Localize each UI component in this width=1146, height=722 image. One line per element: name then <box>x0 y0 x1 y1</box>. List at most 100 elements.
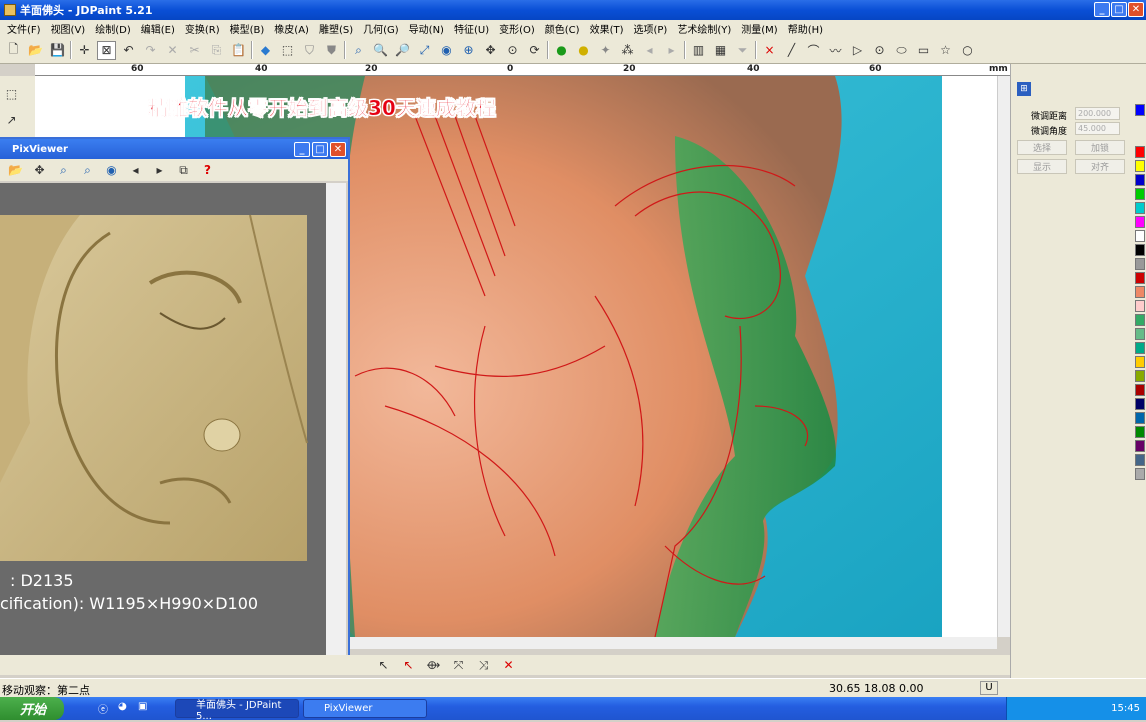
star-icon[interactable]: ☆ <box>936 41 955 60</box>
node-select-icon[interactable]: ↖ <box>374 656 393 675</box>
zoom-in-icon[interactable]: 🔍 <box>371 41 390 60</box>
node-move-icon[interactable]: ⤨ <box>474 656 493 675</box>
start-button[interactable]: 开始 <box>0 697 64 720</box>
open-folder-icon[interactable]: 📂 <box>6 161 25 180</box>
pixviewer-scrollbar[interactable] <box>326 183 346 660</box>
menu-feature[interactable]: 特征(U) <box>449 21 494 36</box>
color-swatch[interactable] <box>1135 104 1145 116</box>
delete-icon[interactable]: ✕ <box>163 41 182 60</box>
minimize-button[interactable]: _ <box>1094 2 1110 17</box>
menu-art-draw[interactable]: 艺术绘制(Y) <box>672 21 736 36</box>
menu-sculpt[interactable]: 雕塑(S) <box>314 21 358 36</box>
color-swatch[interactable] <box>1135 188 1145 200</box>
paste-icon[interactable]: 📋 <box>229 41 248 60</box>
cut-icon[interactable]: ✂ <box>185 41 204 60</box>
color-swatch[interactable] <box>1135 300 1145 312</box>
canvas-vertical-scrollbar[interactable] <box>997 76 1010 637</box>
cube-view-icon[interactable]: ◆ <box>256 41 275 60</box>
color-swatch[interactable] <box>1135 314 1145 326</box>
save-icon[interactable]: 💾 <box>48 41 67 60</box>
color-swatch[interactable] <box>1135 328 1145 340</box>
next-icon[interactable]: ▸ <box>150 161 169 180</box>
zoom-window-icon[interactable]: ⌕ <box>349 41 368 60</box>
color-swatch[interactable] <box>1135 370 1145 382</box>
undo-icon[interactable]: ↶ <box>119 41 138 60</box>
fine-angle-field[interactable]: 45.000 <box>1075 122 1120 135</box>
maximize-button[interactable]: □ <box>1111 2 1127 17</box>
menu-model[interactable]: 模型(B) <box>225 21 270 36</box>
pixviewer-minimize-button[interactable]: _ <box>294 142 310 157</box>
menu-options[interactable]: 选项(P) <box>629 21 673 36</box>
node-pick-icon[interactable]: ↗ <box>2 110 21 129</box>
filter-icon[interactable]: ⏷ <box>733 41 752 60</box>
crosshair-icon[interactable]: ✛ <box>75 41 94 60</box>
line-icon[interactable]: ╱ <box>782 41 801 60</box>
rotate-icon[interactable]: ⟳ <box>525 41 544 60</box>
pan-icon[interactable]: ✥ <box>30 161 49 180</box>
select-region-icon[interactable]: ⬚ <box>2 84 21 103</box>
canvas-horizontal-scrollbar[interactable] <box>350 637 997 649</box>
color-swatch[interactable] <box>1135 202 1145 214</box>
arrow-back-icon[interactable]: ◂ <box>640 41 659 60</box>
point-icon[interactable]: × <box>760 41 779 60</box>
box-view-icon[interactable]: ⬚ <box>278 41 297 60</box>
color-swatch[interactable] <box>1135 398 1145 410</box>
shield-solid-icon[interactable]: ⛊ <box>322 41 341 60</box>
menu-transform[interactable]: 变换(R) <box>180 21 225 36</box>
menu-file[interactable]: 文件(F) <box>2 21 46 36</box>
color-swatch[interactable] <box>1135 174 1145 186</box>
polygon-icon[interactable]: ▷ <box>848 41 867 60</box>
arrow-forward-icon[interactable]: ▸ <box>662 41 681 60</box>
zoom-all-icon[interactable]: ⊕ <box>459 41 478 60</box>
color-swatch[interactable] <box>1135 230 1145 242</box>
color-swatch[interactable] <box>1135 146 1145 158</box>
menu-guide[interactable]: 导动(N) <box>404 21 449 36</box>
color-swatch[interactable] <box>1135 244 1145 256</box>
pixviewer-close-button[interactable]: ✕ <box>330 142 346 157</box>
menu-eraser[interactable]: 橡皮(A) <box>269 21 314 36</box>
node-add-icon[interactable]: ⤧ <box>449 656 468 675</box>
menu-measure[interactable]: 测量(M) <box>736 21 782 36</box>
color-swatch[interactable] <box>1135 440 1145 452</box>
eye-view-icon[interactable]: ◉ <box>437 41 456 60</box>
eye-view-icon[interactable]: ◉ <box>102 161 121 180</box>
fit-window-icon[interactable]: ⧉ <box>174 161 193 180</box>
polyline-icon[interactable]: 〰 <box>826 41 845 60</box>
color-swatch[interactable] <box>1135 258 1145 270</box>
media-icon[interactable]: ▣ <box>138 701 147 712</box>
circle-icon[interactable]: ○ <box>958 41 977 60</box>
color-swatch[interactable] <box>1135 468 1145 480</box>
color-swatch[interactable] <box>1135 454 1145 466</box>
menu-deform[interactable]: 变形(O) <box>494 21 540 36</box>
grid-icon[interactable]: ▦ <box>711 41 730 60</box>
menu-geometry[interactable]: 几何(G) <box>358 21 404 36</box>
panel-tab-icon[interactable]: ⊞ <box>1017 82 1031 96</box>
magnify-icon[interactable]: ⊙ <box>503 41 522 60</box>
color-swatch[interactable] <box>1135 216 1145 228</box>
point-group-icon[interactable]: ⁂ <box>618 41 637 60</box>
explorer-icon[interactable]: ◕ <box>118 701 127 712</box>
node-edit-icon[interactable]: ⟴ <box>424 656 443 675</box>
color-swatch[interactable] <box>1135 160 1145 172</box>
color-swatch[interactable] <box>1135 272 1145 284</box>
lock-button[interactable]: 加锁 <box>1075 140 1125 155</box>
cancel-icon[interactable]: ✕ <box>499 656 518 675</box>
menu-help[interactable]: 帮助(H) <box>783 21 828 36</box>
shield-icon[interactable]: ⛉ <box>300 41 319 60</box>
rectangle-icon[interactable]: ▭ <box>914 41 933 60</box>
show-button[interactable]: 显示 <box>1017 159 1067 174</box>
yellow-light-icon[interactable]: ● <box>574 41 593 60</box>
fine-distance-field[interactable]: 200.000 <box>1075 107 1120 120</box>
select-box-icon[interactable]: ⊠ <box>97 40 116 60</box>
zoom-in-icon[interactable]: ⌕ <box>54 161 73 180</box>
zoom-out-icon[interactable]: ⌕ <box>78 161 97 180</box>
zoom-out-icon[interactable]: 🔎 <box>393 41 412 60</box>
arc-icon[interactable]: ⌒ <box>804 41 823 60</box>
green-light-icon[interactable]: ● <box>552 41 571 60</box>
close-button[interactable]: ✕ <box>1128 2 1144 17</box>
color-swatch[interactable] <box>1135 286 1145 298</box>
node-delete-icon[interactable]: ↖ <box>399 656 418 675</box>
ie-icon[interactable]: ⓔ <box>98 701 108 716</box>
layers-icon[interactable]: ▥ <box>689 41 708 60</box>
menu-view[interactable]: 视图(V) <box>46 21 91 36</box>
